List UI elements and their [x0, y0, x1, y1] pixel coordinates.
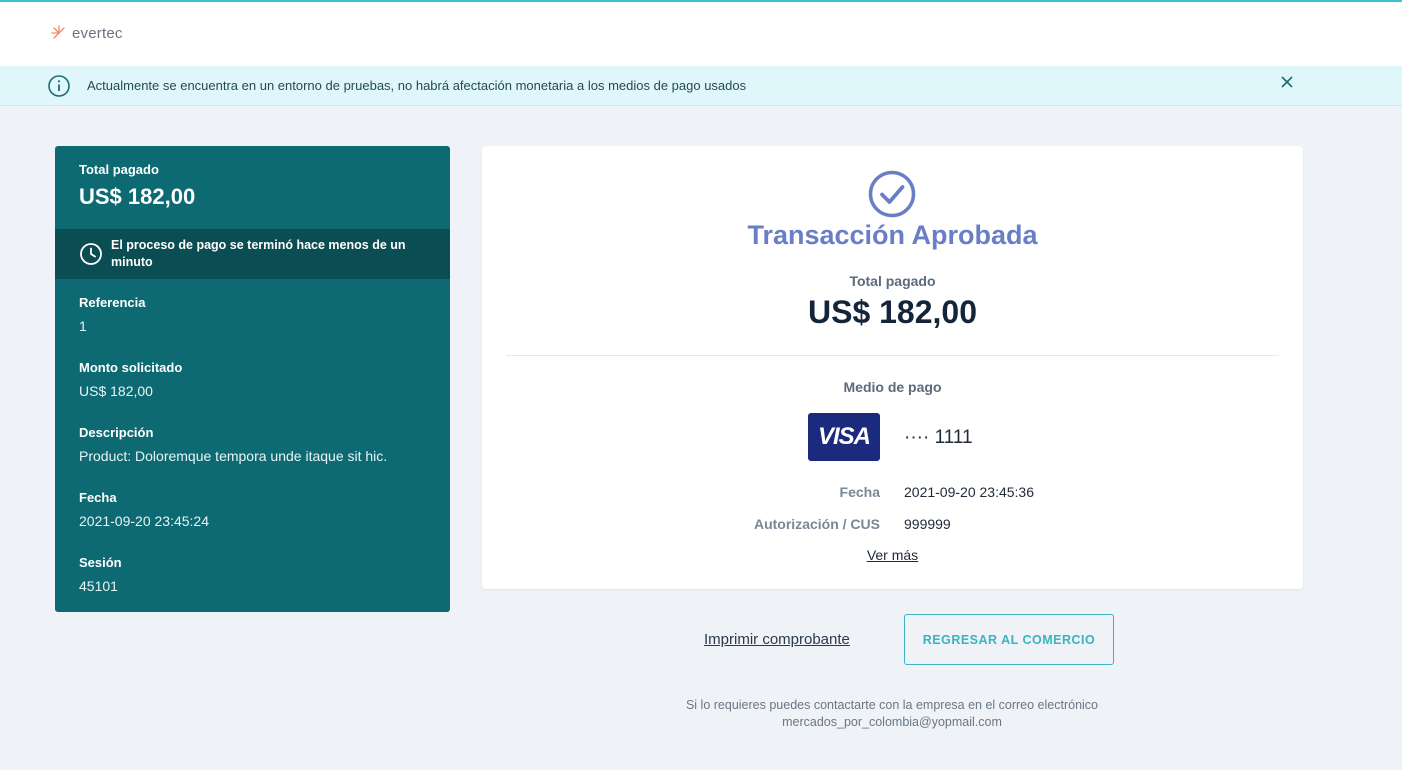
- reference-value: 1: [79, 318, 87, 334]
- requested-amount-label: Monto solicitado: [79, 360, 183, 375]
- description-label: Descripción: [79, 425, 154, 440]
- contact-footer: Si lo requieres puedes contactarte con l…: [592, 697, 1192, 731]
- result-date-label: Fecha: [839, 484, 880, 500]
- date-label: Fecha: [79, 490, 117, 505]
- total-paid-value: US$ 182,00: [79, 184, 196, 209]
- session-field: Sesión 45101: [79, 555, 122, 594]
- top-bar: evertec: [0, 0, 1402, 66]
- clock-icon: [80, 243, 102, 265]
- reference-field: Referencia 1: [79, 295, 145, 334]
- session-label: Sesión: [79, 555, 122, 570]
- logo-mark-icon: [51, 25, 65, 39]
- transaction-status-title: Transacción Aprobada: [747, 220, 1038, 250]
- date-value: 2021-09-20 23:45:24: [79, 513, 209, 529]
- close-icon[interactable]: [1279, 74, 1295, 90]
- info-icon: [48, 75, 70, 97]
- brand-name: evertec: [72, 24, 123, 42]
- process-status: El proceso de pago se terminó hace menos…: [55, 229, 450, 279]
- total-paid-label: Total pagado: [79, 162, 159, 177]
- result-total-value: US$ 182,00: [807, 294, 977, 330]
- description-field: Descripción Product: Doloremque tempora …: [79, 425, 387, 464]
- contact-email: mercados_por_colombia@yopmail.com: [782, 715, 1002, 729]
- banner-message: Actualmente se encuentra en un entorno d…: [87, 78, 747, 93]
- divider: [506, 355, 1279, 356]
- reference-label: Referencia: [79, 295, 146, 310]
- transaction-result-card: Transacción Aprobada Total pagado US$ 18…: [482, 146, 1303, 589]
- contact-text: Si lo requieres puedes contactarte con l…: [685, 698, 1099, 712]
- evertec-logo: evertec: [50, 24, 123, 42]
- masked-card-number: ···· 1111: [904, 427, 973, 448]
- process-status-text: El proceso de pago se terminó hace menos…: [111, 238, 406, 269]
- description-value: Product: Doloremque tempora unde itaque …: [79, 448, 388, 464]
- requested-amount-value: US$ 182,00: [79, 383, 153, 399]
- date-field: Fecha 2021-09-20 23:45:24: [79, 490, 209, 529]
- requested-amount-field: Monto solicitado US$ 182,00: [79, 360, 182, 399]
- payment-method-label: Medio de pago: [843, 379, 942, 395]
- authorization-value: 999999: [904, 516, 951, 532]
- result-total-label: Total pagado: [849, 273, 936, 289]
- print-receipt-link[interactable]: Imprimir comprobante: [704, 631, 850, 648]
- visa-card-icon: VISA: [808, 413, 880, 461]
- payment-summary-panel: Total pagado US$ 182,00 El proceso de pa…: [55, 146, 450, 612]
- return-to-merchant-button[interactable]: REGRESAR AL COMERCIO: [904, 614, 1114, 665]
- see-more-link[interactable]: Ver más: [482, 547, 1303, 563]
- result-date-value: 2021-09-20 23:45:36: [904, 484, 1034, 500]
- check-circle-icon: [868, 170, 916, 218]
- session-value: 45101: [79, 578, 118, 594]
- test-environment-banner: Actualmente se encuentra en un entorno d…: [0, 66, 1402, 106]
- authorization-label: Autorización / CUS: [753, 516, 880, 532]
